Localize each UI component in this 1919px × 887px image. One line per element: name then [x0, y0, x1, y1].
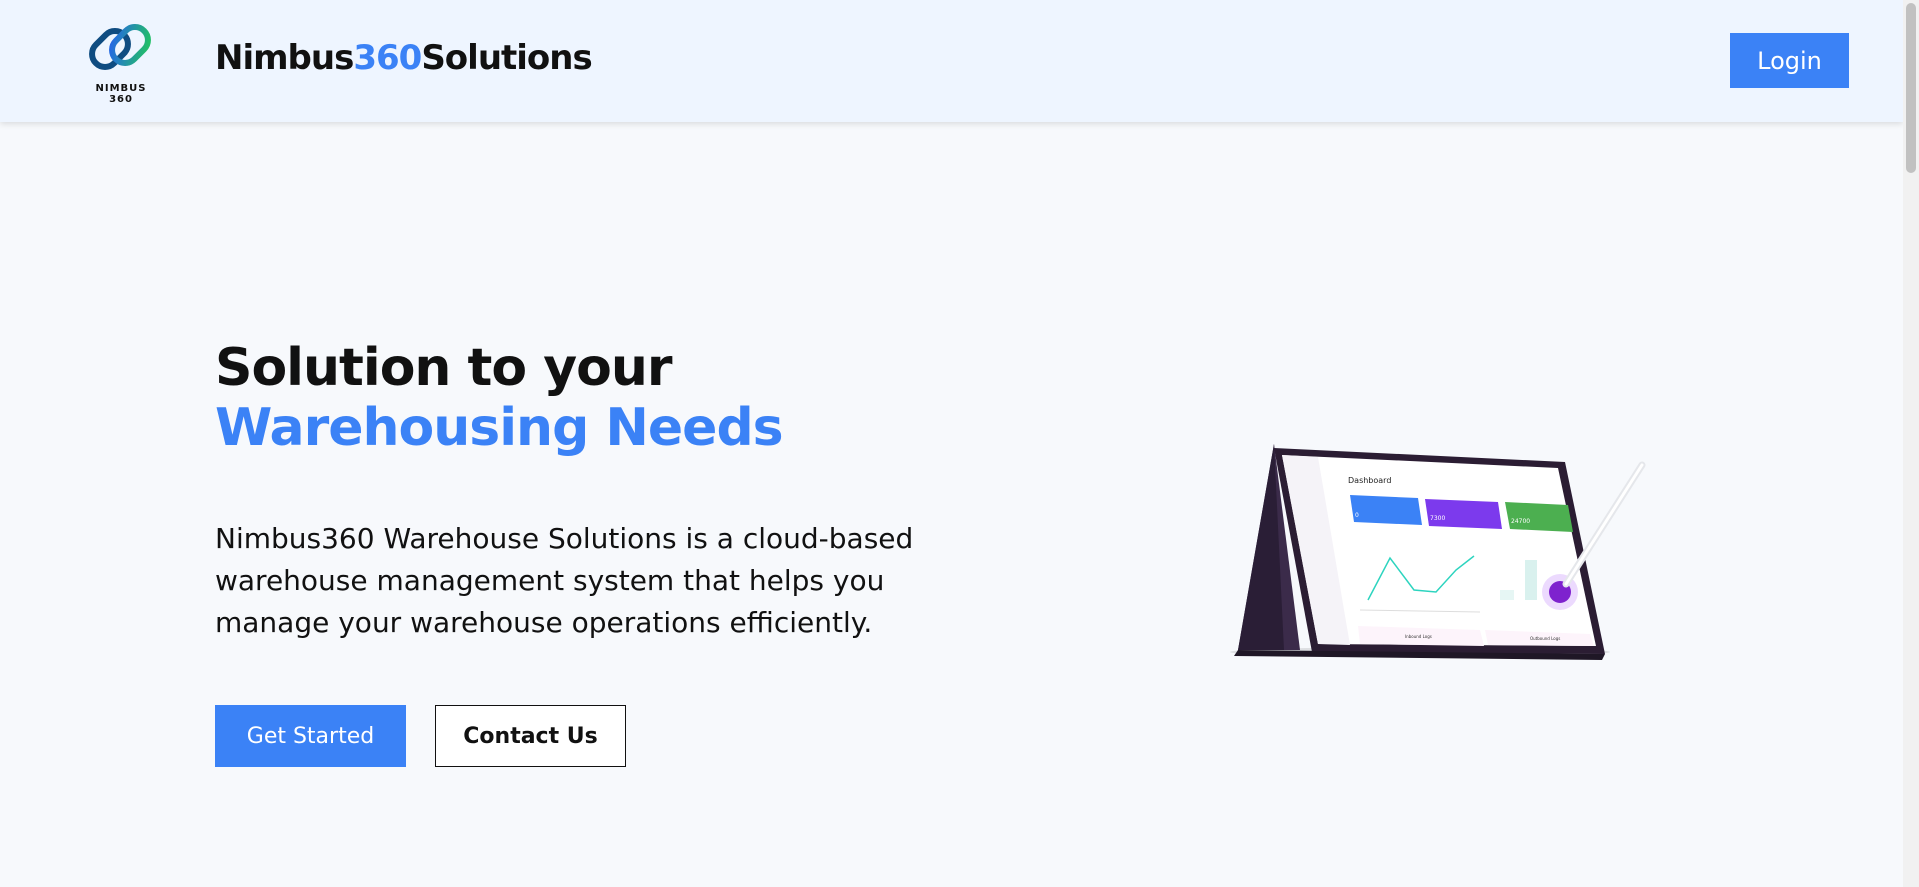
dashboard-title: Dashboard: [1348, 476, 1391, 485]
login-button[interactable]: Login: [1730, 33, 1849, 88]
vertical-scrollbar[interactable]: [1903, 0, 1919, 887]
brand-name[interactable]: Nimbus360Solutions: [215, 38, 593, 78]
headline-line-2: Warehousing Needs: [215, 398, 784, 458]
headline-line-1: Solution to your: [215, 338, 673, 398]
brand-part-3: Solutions: [421, 38, 592, 78]
logo-caption: NIMBUS 360: [95, 83, 147, 105]
hero-headline: Solution to your Warehousing Needs: [215, 338, 784, 458]
brand-part-2: 360: [353, 38, 422, 78]
contact-us-button[interactable]: Contact Us: [435, 705, 626, 767]
nimbus-logo[interactable]: NIMBUS 360: [82, 20, 160, 105]
laptop-illustration: Dashboard 0 7300 24700 Inbound Logs Outb…: [1230, 444, 1646, 660]
card-2-value: 7300: [1430, 515, 1445, 522]
card-1-value: 0: [1355, 512, 1359, 519]
outbound-logs-title: Outbound Logs: [1530, 636, 1560, 641]
nimbus-logo-icon: [89, 24, 151, 70]
get-started-button[interactable]: Get Started: [215, 705, 406, 767]
inbound-logs-title: Inbound Logs: [1405, 634, 1432, 639]
hero-description: Nimbus360 Warehouse Solutions is a cloud…: [215, 522, 914, 639]
card-3-value: 24700: [1511, 518, 1530, 525]
brand-part-1: Nimbus: [215, 38, 354, 78]
site-header: NIMBUS 360 Nimbus360Solutions Login: [0, 0, 1903, 122]
scrollbar-thumb[interactable]: [1906, 3, 1916, 173]
